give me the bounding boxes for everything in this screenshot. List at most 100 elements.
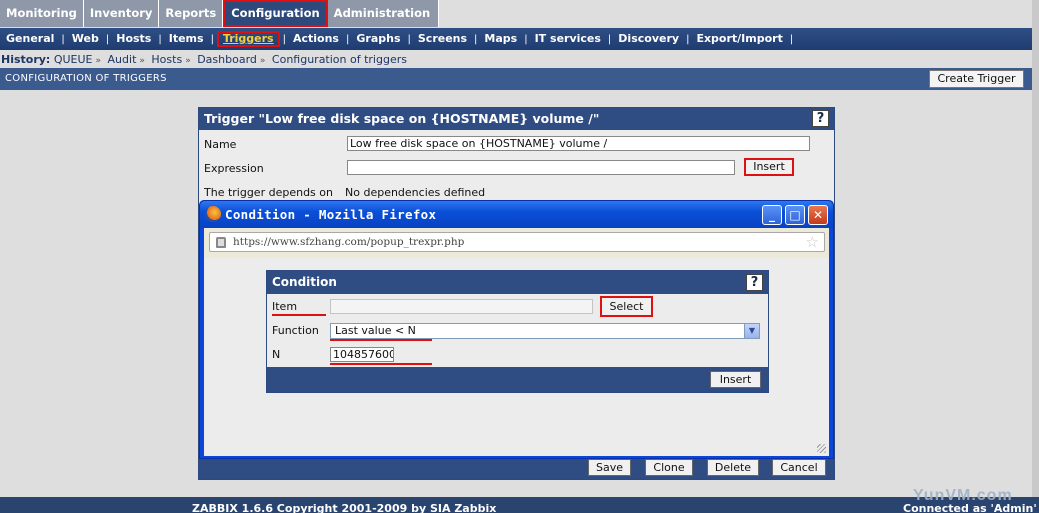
submenu-items[interactable]: Items (165, 31, 208, 47)
tab-reports[interactable]: Reports (159, 0, 224, 27)
close-icon[interactable]: ✕ (808, 205, 828, 225)
menu-separator: | (474, 33, 478, 45)
tab-administration[interactable]: Administration (328, 0, 440, 27)
main-tabs: Monitoring Inventory Reports Configurati… (0, 0, 440, 27)
function-label: Function (272, 324, 319, 337)
trigger-form-footer: Save Clone Delete Cancel (199, 456, 834, 479)
name-input[interactable]: Low free disk space on {HOSTNAME} volume… (347, 136, 810, 151)
menu-separator: | (686, 33, 690, 45)
history-item-queue[interactable]: QUEUE (54, 53, 93, 66)
expression-label: Expression (204, 162, 264, 175)
popup-client-area: https://www.sfzhang.com/popup_trexpr.php… (204, 228, 829, 456)
name-label: Name (204, 138, 237, 151)
select-item-button[interactable]: Select (600, 296, 653, 317)
history-item-audit[interactable]: Audit (108, 53, 137, 66)
insert-condition-button[interactable]: Insert (710, 371, 761, 388)
chevron-right-icon: » (185, 56, 191, 66)
url-bar[interactable]: https://www.sfzhang.com/popup_trexpr.php… (209, 232, 825, 252)
function-row: Function Last value < N ▼ (267, 319, 768, 343)
n-row: N 104857600 (267, 343, 768, 367)
item-input[interactable] (330, 299, 593, 314)
insert-expression-button[interactable]: Insert (744, 158, 794, 176)
condition-popup-window: Condition - Mozilla Firefox _ □ ✕ https:… (199, 200, 834, 459)
popup-body: Condition ? Item Select Function Last va… (204, 258, 829, 456)
delete-button[interactable]: Delete (707, 459, 759, 476)
breadcrumb: History: QUEUE» Audit» Hosts» Dashboard»… (0, 52, 407, 67)
create-trigger-button[interactable]: Create Trigger (929, 70, 1024, 88)
submenu-graphs[interactable]: Graphs (352, 31, 404, 47)
history-item-dashboard[interactable]: Dashboard (197, 53, 257, 66)
lock-icon (216, 237, 226, 248)
annotation-underline (330, 363, 432, 365)
function-select[interactable]: Last value < N ▼ (330, 323, 760, 339)
tab-inventory[interactable]: Inventory (84, 0, 160, 27)
url-text: https://www.sfzhang.com/popup_trexpr.php (233, 236, 465, 248)
trigger-form-header: Trigger "Low free disk space on {HOSTNAM… (199, 108, 834, 130)
submenu-web[interactable]: Web (68, 31, 103, 47)
menu-separator: | (407, 33, 411, 45)
submenu-actions[interactable]: Actions (289, 31, 343, 47)
menu-separator: | (61, 33, 65, 45)
tab-monitoring[interactable]: Monitoring (0, 0, 84, 27)
menu-separator: | (345, 33, 350, 45)
cancel-button[interactable]: Cancel (772, 459, 826, 476)
watermark: YunVM.com (913, 487, 1013, 504)
chevron-right-icon: » (139, 56, 145, 66)
submenu-general[interactable]: General (2, 31, 58, 47)
submenu-triggers[interactable]: Triggers (216, 31, 280, 47)
page-title-bar: CONFIGURATION OF TRIGGERS (0, 68, 1032, 90)
menu-separator: | (607, 33, 612, 45)
chevron-right-icon: » (259, 56, 266, 66)
help-icon[interactable]: ? (812, 110, 829, 127)
condition-footer: Insert (267, 367, 768, 392)
resize-grip-icon[interactable] (817, 444, 826, 453)
page-footer: ZABBIX 1.6.6 Copyright 2001-2009 by SIA … (0, 497, 1039, 513)
firefox-icon (205, 206, 221, 222)
save-button[interactable]: Save (588, 459, 631, 476)
submenu-discovery[interactable]: Discovery (614, 31, 683, 47)
annotation-underline (272, 314, 326, 316)
menu-separator: | (210, 33, 214, 45)
popup-titlebar[interactable]: Condition - Mozilla Firefox _ □ ✕ (200, 201, 833, 228)
chevron-right-icon: » (95, 56, 102, 66)
clone-button[interactable]: Clone (645, 459, 693, 476)
submenu-hosts[interactable]: Hosts (112, 31, 155, 47)
depends-value: No dependencies defined (345, 186, 486, 199)
menu-separator: | (158, 33, 162, 45)
chevron-down-icon: ▼ (744, 324, 759, 338)
menu-separator: | (789, 33, 794, 45)
copyright-text: ZABBIX 1.6.6 Copyright 2001-2009 by SIA … (192, 502, 497, 513)
sub-menu: General | Web | Hosts | Items | Triggers | Ac… (0, 28, 1032, 50)
history-label: History: (1, 53, 51, 66)
top-navigation: Monitoring Inventory Reports Configurati… (0, 0, 1039, 28)
star-icon[interactable]: ☆ (806, 233, 819, 251)
trigger-form-title: Trigger "Low free disk space on {HOSTNAM… (204, 111, 600, 126)
submenu-screens[interactable]: Screens (414, 31, 471, 47)
condition-header: Condition ? (267, 271, 768, 294)
maximize-icon[interactable]: □ (785, 205, 805, 225)
expression-input[interactable] (347, 160, 735, 175)
submenu-export-import[interactable]: Export/Import (692, 31, 786, 47)
item-row: Item Select (267, 295, 768, 319)
n-input[interactable]: 104857600 (330, 347, 394, 362)
annotation-underline (330, 339, 432, 341)
page-title: CONFIGURATION OF TRIGGERS (5, 73, 167, 84)
menu-separator: | (105, 33, 110, 45)
menu-separator: | (524, 33, 528, 45)
submenu-maps[interactable]: Maps (480, 31, 521, 47)
history-item-hosts[interactable]: Hosts (151, 53, 182, 66)
help-icon[interactable]: ? (746, 274, 763, 291)
condition-form: Condition ? Item Select Function Last va… (266, 270, 769, 393)
item-label: Item (272, 300, 298, 313)
menu-separator: | (282, 33, 286, 45)
scrollbar[interactable] (1032, 0, 1039, 513)
name-row: Name Low free disk space on {HOSTNAME} v… (199, 132, 834, 156)
submenu-it-services[interactable]: IT services (531, 31, 605, 47)
condition-title: Condition (272, 275, 337, 289)
depends-label: The trigger depends on (204, 186, 333, 199)
tab-configuration[interactable]: Configuration (223, 0, 328, 27)
history-item-configuration-of-triggers[interactable]: Configuration of triggers (272, 53, 407, 66)
function-selected-value: Last value < N (335, 324, 416, 337)
minimize-icon[interactable]: _ (762, 205, 782, 225)
popup-window-title: Condition - Mozilla Firefox (225, 207, 437, 222)
